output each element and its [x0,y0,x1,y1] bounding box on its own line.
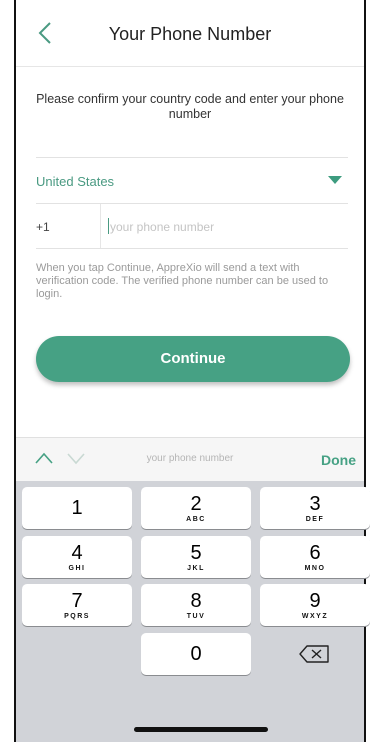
divider [36,248,348,249]
instructions-text: Please confirm your country code and ent… [36,92,344,121]
keyboard-toolbar: your phone number Done [16,437,364,482]
phone-row: +1 [36,204,350,248]
home-indicator [134,727,268,732]
phone-number-input[interactable] [110,216,350,238]
continue-button[interactable]: Continue [36,336,350,382]
keyboard-field-label: your phone number [146,453,234,464]
country-selector[interactable]: United States [36,158,348,202]
country-label: United States [36,174,115,189]
helper-text: When you tap Continue, AppreXio will sen… [36,262,329,300]
key-5[interactable]: 5 JKL [141,536,251,578]
key-4[interactable]: 4 GHI [22,536,132,578]
page-title: Your Phone Number [108,24,272,44]
header: Your Phone Number [16,0,364,67]
phone-screen: Your Phone Number Please confirm your co… [14,0,370,742]
triangle-down-icon [328,176,342,184]
dial-code: +1 [36,220,50,234]
text-cursor [108,218,109,234]
key-6[interactable]: 6 MNO [260,536,370,578]
numeric-keypad: 1 2 ABC 3 DEF 4 GHI 5 JKL 6 MNO 7 PQRS 8… [16,481,370,742]
key-8[interactable]: 8 TUV [141,584,251,626]
key-3[interactable]: 3 DEF [260,487,370,529]
key-0[interactable]: 0 [141,633,251,675]
done-button[interactable]: Done [321,452,356,468]
backspace-icon[interactable] [260,633,370,675]
divider [100,204,101,248]
key-9[interactable]: 9 WXYZ [260,584,370,626]
key-1[interactable]: 1 [22,487,132,529]
key-7[interactable]: 7 PQRS [22,584,132,626]
key-2[interactable]: 2 ABC [141,487,251,529]
